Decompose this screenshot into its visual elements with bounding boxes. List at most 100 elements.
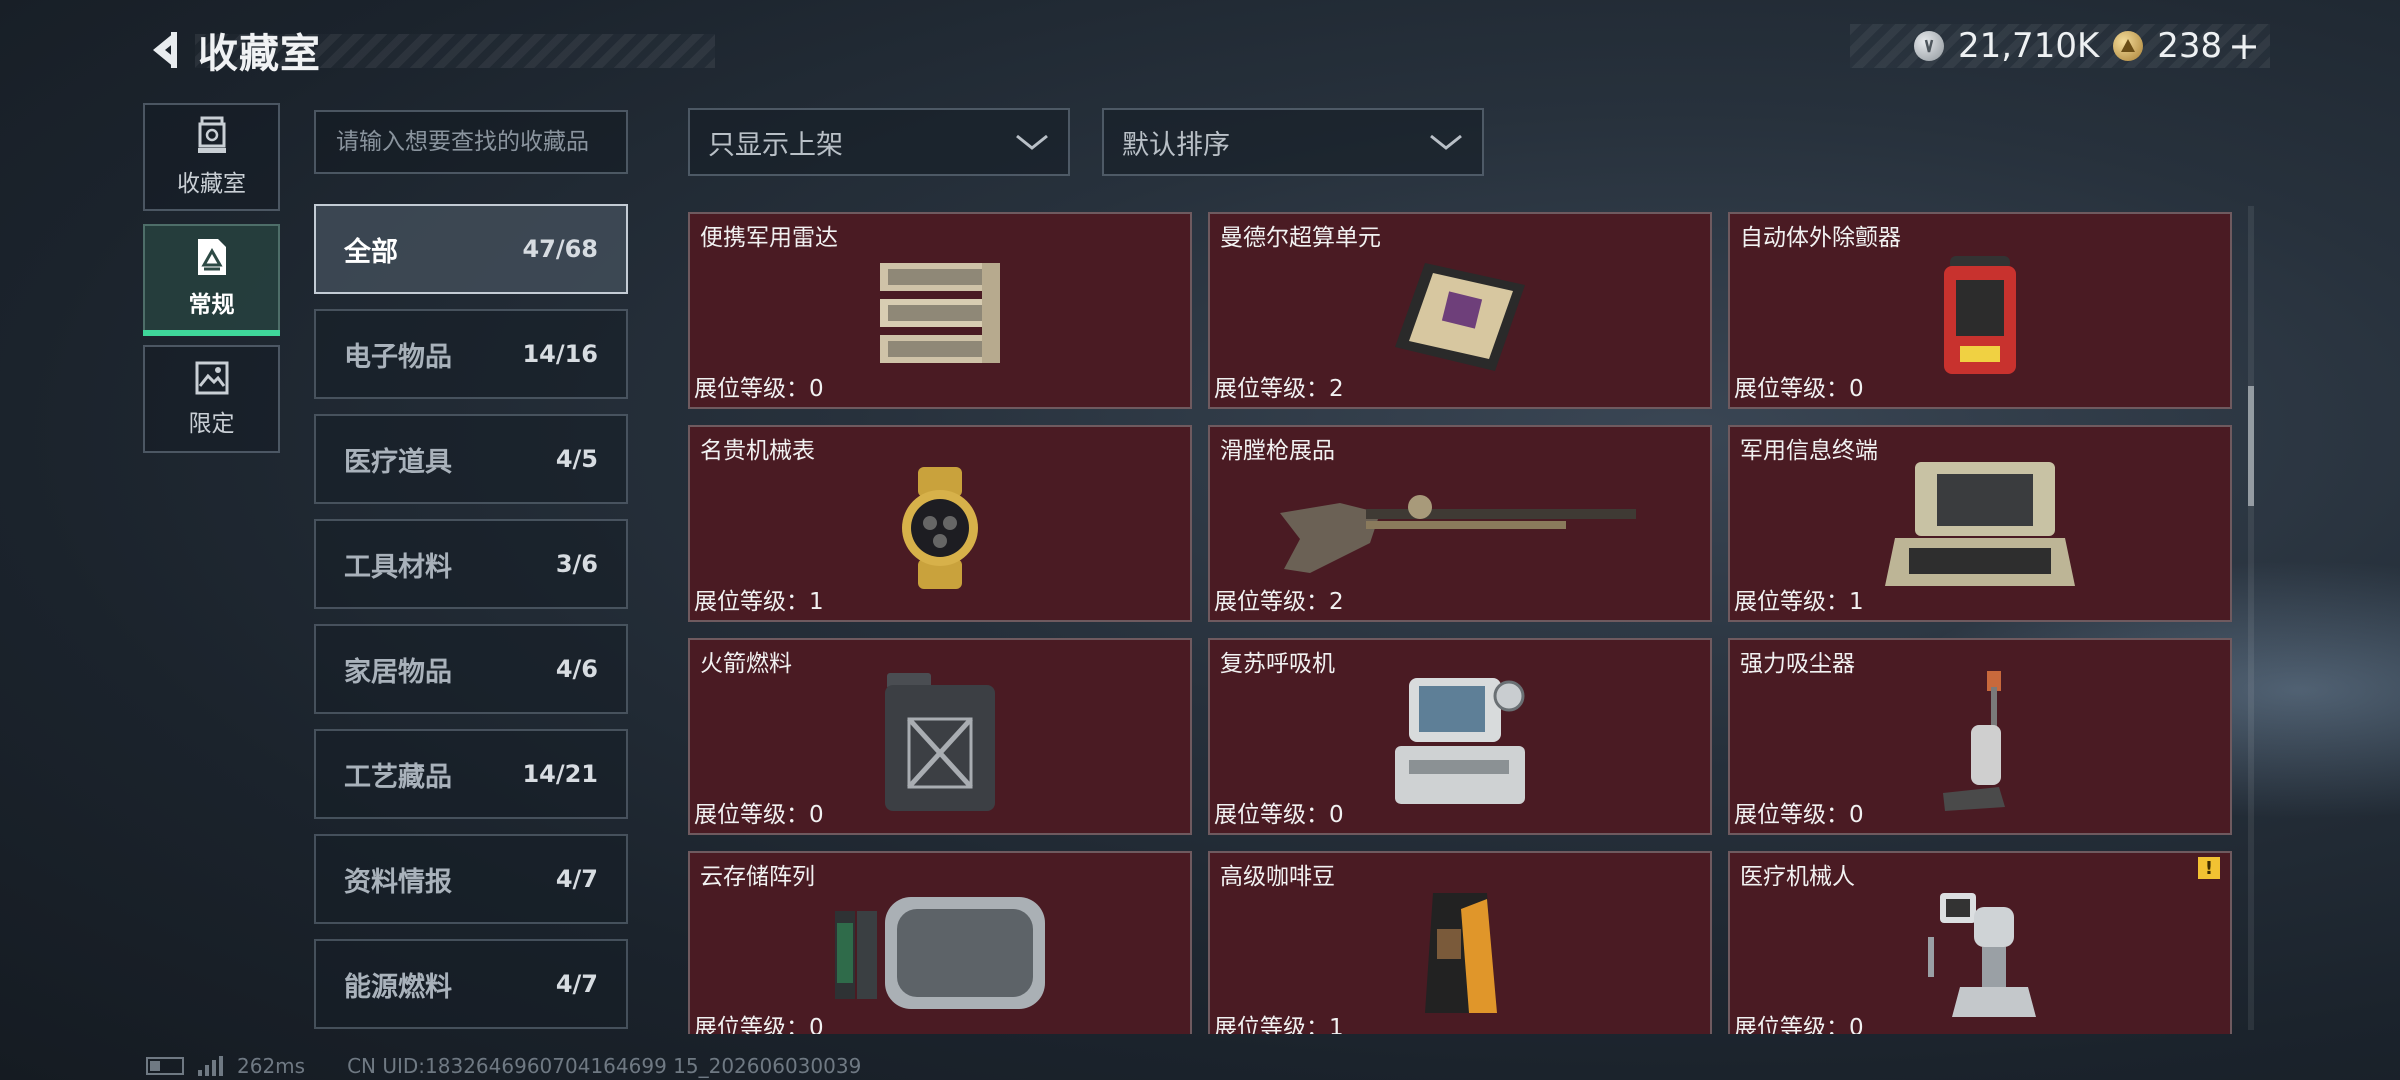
status-footer: 262ms CN UID:1832646960704164699 15_2026…	[146, 1054, 861, 1078]
sort-dropdown[interactable]: 默认排序	[1102, 108, 1484, 176]
tab-label: 限定	[188, 411, 235, 437]
page-title: 收藏室	[198, 31, 321, 77]
tab-collection-room[interactable]: 收藏室	[143, 103, 280, 211]
item-card[interactable]: 强力吸尘器 展位等级：0	[1728, 638, 2232, 835]
header: 收藏室	[140, 20, 715, 80]
item-name: 名贵机械表	[700, 438, 815, 464]
item-card[interactable]: 复苏呼吸机 展位等级：0	[1208, 638, 1712, 835]
picture-icon	[195, 361, 228, 395]
category-medical[interactable]: 医疗道具 4/5	[314, 414, 628, 504]
item-card[interactable]: 滑膛枪展品 展位等级：2	[1208, 425, 1712, 622]
chevron-down-icon	[1430, 134, 1462, 150]
ventilator-icon	[1350, 676, 1570, 806]
category-count: 3/6	[555, 550, 598, 578]
tab-limited[interactable]: 限定	[143, 345, 280, 453]
item-level: 展位等级：1	[1214, 1015, 1344, 1034]
item-name: 云存储阵列	[700, 864, 815, 890]
category-list: 全部 47/68 电子物品 14/16 医疗道具 4/5 工具材料 3/6 家居…	[314, 204, 628, 1044]
coffee-bag-icon	[1350, 889, 1570, 1019]
item-card[interactable]: 医疗机械人 ! 展位等级：0	[1728, 851, 2232, 1034]
category-name: 家居物品	[344, 656, 452, 688]
item-name: 军用信息终端	[1740, 438, 1878, 464]
category-name: 资料情报	[344, 866, 452, 898]
category-count: 14/21	[522, 760, 598, 788]
dropdown-label: 默认排序	[1122, 129, 1230, 161]
item-level: 展位等级：0	[1734, 376, 1864, 402]
category-count: 14/16	[522, 340, 598, 368]
category-household[interactable]: 家居物品 4/6	[314, 624, 628, 714]
item-level: 展位等级：2	[1214, 589, 1344, 615]
item-card[interactable]: 火箭燃料 展位等级：0	[688, 638, 1192, 835]
category-crafts[interactable]: 工艺藏品 14/21	[314, 729, 628, 819]
category-tools[interactable]: 工具材料 3/6	[314, 519, 628, 609]
vertical-tabs: 收藏室 常规 限定	[143, 103, 280, 466]
currency-bar: 21,710K 238 +	[1850, 24, 2270, 68]
item-level: 展位等级：0	[1214, 802, 1344, 828]
item-level: 展位等级：2	[1214, 376, 1344, 402]
add-currency-button[interactable]: +	[2228, 24, 2260, 68]
warning-badge-icon: !	[2198, 857, 2220, 879]
category-name: 全部	[344, 236, 398, 268]
item-name: 曼德尔超算单元	[1220, 225, 1381, 251]
back-button[interactable]	[140, 20, 190, 80]
item-name: 复苏呼吸机	[1220, 651, 1335, 677]
category-count: 4/7	[555, 970, 598, 998]
item-name: 滑膛枪展品	[1220, 438, 1335, 464]
terminal-icon	[1870, 462, 2090, 593]
item-level: 展位等级：0	[694, 376, 824, 402]
category-name: 工具材料	[344, 551, 452, 583]
item-card[interactable]: 自动体外除颤器 展位等级：0	[1728, 212, 2232, 409]
item-name: 医疗机械人	[1740, 864, 1855, 890]
chip-icon	[1350, 250, 1570, 380]
item-level: 展位等级：0	[1734, 802, 1864, 828]
category-count: 4/6	[555, 655, 598, 683]
item-card[interactable]: 曼德尔超算单元 展位等级：2	[1208, 212, 1712, 409]
search-input[interactable]	[314, 110, 628, 174]
document-icon	[197, 239, 226, 275]
medical-robot-icon	[1870, 889, 2090, 1019]
category-intel[interactable]: 资料情报 4/7	[314, 834, 628, 924]
user-uid: CN UID:1832646960704164699 15_2026060300…	[347, 1054, 862, 1078]
category-energy[interactable]: 能源燃料 4/7	[314, 939, 628, 1029]
vacuum-icon	[1870, 670, 2090, 811]
category-count: 4/5	[555, 445, 598, 473]
item-name: 强力吸尘器	[1740, 651, 1855, 677]
radar-icon	[830, 250, 1050, 380]
battery-icon	[146, 1057, 184, 1075]
defibrillator-icon	[1870, 250, 2090, 380]
item-card[interactable]: 高级咖啡豆 展位等级：1	[1208, 851, 1712, 1034]
item-card[interactable]: 云存储阵列 展位等级：0	[688, 851, 1192, 1034]
dropdown-label: 只显示上架	[708, 129, 843, 161]
category-electronics[interactable]: 电子物品 14/16	[314, 309, 628, 399]
gold-coin-icon	[2113, 31, 2144, 61]
signal-icon	[198, 1056, 223, 1076]
item-card[interactable]: 便携军用雷达 展位等级：0	[688, 212, 1192, 409]
musket-icon	[1260, 463, 1660, 593]
ping-value: 262ms	[237, 1054, 306, 1078]
item-card[interactable]: 名贵机械表 展位等级：1	[688, 425, 1192, 622]
item-name: 高级咖啡豆	[1220, 864, 1335, 890]
item-level: 展位等级：0	[1734, 1015, 1864, 1034]
category-all[interactable]: 全部 47/68	[314, 204, 628, 294]
grid-scrollbar[interactable]	[2248, 206, 2254, 1030]
tab-label: 收藏室	[177, 171, 246, 197]
silver-currency-value: 21,710K	[1957, 26, 2100, 66]
chevron-down-icon	[1016, 134, 1048, 150]
item-grid: 便携军用雷达 展位等级：0 曼德尔超算单元 展位等级：2 自动体外除颤器 展位等…	[688, 212, 2236, 1034]
tab-label: 常规	[188, 292, 235, 318]
fuel-can-icon	[830, 672, 1050, 811]
item-name: 自动体外除颤器	[1740, 225, 1901, 251]
item-level: 展位等级：1	[694, 589, 824, 615]
item-level: 展位等级：0	[694, 802, 824, 828]
category-name: 医疗道具	[344, 446, 452, 478]
silver-coin-icon	[1913, 31, 1944, 61]
item-card[interactable]: 军用信息终端 展位等级：1	[1728, 425, 2232, 622]
scrollbar-thumb[interactable]	[2248, 386, 2254, 506]
shelf-filter-dropdown[interactable]: 只显示上架	[688, 108, 1070, 176]
item-name: 便携军用雷达	[700, 225, 838, 251]
item-level: 展位等级：1	[1734, 589, 1864, 615]
category-name: 电子物品	[344, 341, 452, 373]
gold-currency-value: 238	[2157, 26, 2223, 66]
tab-regular[interactable]: 常规	[143, 224, 280, 336]
item-name: 火箭燃料	[700, 651, 792, 677]
